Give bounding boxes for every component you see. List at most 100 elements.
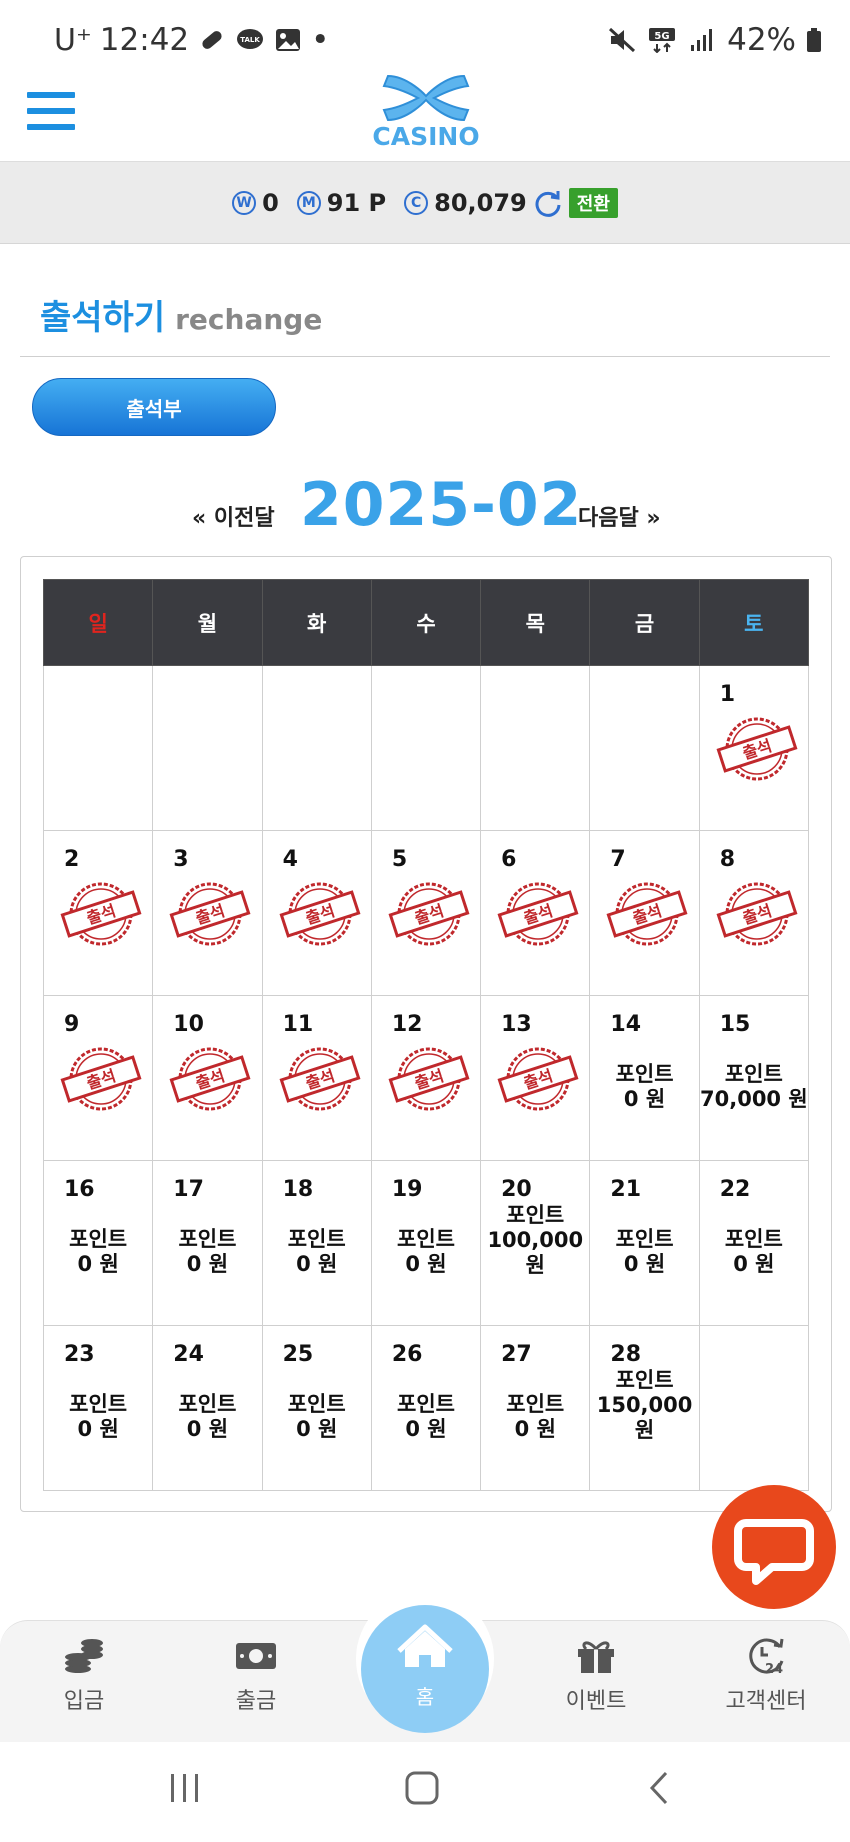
home-system-icon[interactable] (404, 1770, 440, 1806)
cash-icon (236, 1643, 276, 1669)
day-number: 19 (391, 1177, 423, 1202)
system-navigation (0, 1742, 850, 1842)
w-badge-icon: W (232, 190, 257, 215)
day-number: 20 (501, 1177, 532, 1202)
day-number: 13 (501, 1012, 532, 1037)
convert-button[interactable]: 전환 (568, 187, 618, 218)
calendar-day-cell: 11 출석 (261, 995, 372, 1161)
calendar-day-cell: 9 출석 (42, 995, 154, 1161)
svg-text:24: 24 (765, 1662, 783, 1675)
menu-button[interactable] (27, 92, 75, 136)
logo-text: CASINO (372, 122, 480, 151)
nav-event[interactable]: 이벤트 (536, 1635, 656, 1715)
attendance-stamp-icon: 출석 (716, 882, 798, 946)
status-bar: U⁺ 12:42 TALK • 5G 42% (0, 0, 850, 66)
day-number: 3 (173, 847, 189, 872)
nav-withdraw[interactable]: 출금 (196, 1635, 316, 1715)
nav-withdraw-label: 출금 (235, 1689, 277, 1714)
calendar-empty-cell (152, 665, 263, 831)
attendance-stamp-icon: 출석 (716, 717, 798, 781)
point-reward: 포인트 0 원 (153, 1392, 261, 1442)
day-number: 27 (501, 1342, 532, 1367)
back-icon[interactable] (646, 1770, 672, 1806)
c-badge-icon: C (404, 190, 429, 215)
wallet-balance: W 0 (232, 189, 279, 217)
calendar-day-cell: 3 출석 (152, 830, 263, 996)
point-label: 포인트 (506, 1392, 565, 1416)
point-value: 0 원 (514, 1417, 556, 1441)
point-value: 0 원 (405, 1417, 447, 1441)
calendar-day-cell: 26 포인트 0 원 (370, 1325, 482, 1491)
svg-text:TALK: TALK (240, 36, 260, 44)
point-reward: 포인트 0 원 (44, 1227, 152, 1277)
calendar-day-cell: 20 포인트 100,000 원 (480, 1160, 591, 1326)
calendar-day-cell: 27 포인트 0 원 (480, 1325, 591, 1491)
nav-support[interactable]: 24 고객센터 (706, 1635, 826, 1715)
notification-dot: • (311, 22, 330, 58)
nav-home[interactable]: 홈 (361, 1605, 489, 1733)
day-number: 24 (173, 1342, 204, 1367)
point-reward: 포인트 0 원 (372, 1392, 480, 1442)
day-number: 21 (610, 1177, 642, 1202)
carrier-label: U⁺ (54, 22, 92, 58)
mileage-balance: M 91 P (296, 189, 386, 217)
prev-month-link[interactable]: « 이전달 (192, 500, 275, 532)
day-number: 18 (282, 1177, 314, 1202)
day-number: 23 (64, 1342, 95, 1367)
calendar-day-cell: 8 출석 (698, 830, 810, 996)
point-reward: 포인트 0 원 (590, 1062, 698, 1112)
pill-icon (202, 31, 222, 49)
calendar-week-row: 23 포인트 0 원 24 포인트 0 원 25 포인트 0 원 26 포인트 0 원 27 포인트 0 원… (42, 1325, 810, 1491)
casino-balance: C 80,079 전환 (404, 187, 618, 218)
weekday-row: 일 월 화 수 목 금 토 (42, 579, 810, 666)
status-right: 5G 42% (607, 22, 822, 58)
calendar-day-cell: 12 출석 (370, 995, 482, 1161)
point-label: 포인트 (615, 1368, 674, 1392)
point-value: 0 원 (623, 1087, 666, 1111)
gallery-icon (276, 29, 301, 51)
nav-deposit-label: 입금 (63, 1689, 105, 1714)
next-month-link[interactable]: 다음달 » (578, 500, 661, 532)
attendance-book-button[interactable]: 출석부 (32, 378, 276, 436)
calendar-day-cell: 24 포인트 0 원 (152, 1325, 263, 1491)
calendar-day-cell: 4 출석 (261, 830, 372, 996)
current-month: 2025-02 (300, 470, 583, 540)
nav-deposit[interactable]: 입금 (24, 1635, 144, 1715)
point-reward: 포인트 0 원 (700, 1227, 808, 1277)
day-number: 8 (719, 847, 735, 872)
page-title-en: rechange (175, 303, 323, 336)
balance-bar: W 0 M 91 P C 80,079 전환 (0, 162, 850, 244)
calendar-day-cell: 14 포인트 0 원 (589, 995, 700, 1161)
calendar-empty-cell (370, 665, 482, 831)
day-number: 17 (173, 1177, 204, 1202)
calendar-day-cell: 2 출석 (42, 830, 154, 996)
calendar-day-cell: 23 포인트 0 원 (42, 1325, 154, 1491)
attendance-stamp-icon: 출석 (279, 882, 361, 946)
calendar-day-cell: 7 출석 (589, 830, 700, 996)
point-label: 포인트 (69, 1392, 128, 1416)
weekday-sat: 토 (698, 579, 810, 666)
wallet-value: 0 (262, 188, 279, 217)
support-24-icon: 24 (749, 1638, 784, 1677)
point-reward: 포인트 0 원 (263, 1392, 371, 1442)
point-value: 150,000 원 (596, 1393, 693, 1442)
chat-button[interactable] (712, 1485, 836, 1609)
day-number: 12 (391, 1012, 423, 1037)
page-title: 출석하기 rechange (40, 290, 322, 339)
calendar-body: 1 출석 2 출석 3 출석 4 출석 5 출석 6 출석 7 출석 8 출석 9 출석 10 출석 11 출석 12 출석 1… (42, 665, 810, 1491)
day-number: 15 (719, 1012, 751, 1037)
point-label: 포인트 (615, 1227, 674, 1251)
page-title-ko: 출석하기 (40, 298, 166, 338)
recent-apps-icon[interactable] (168, 1770, 202, 1806)
point-reward: 포인트 100,000 원 (481, 1203, 589, 1278)
attendance-stamp-icon: 출석 (497, 882, 579, 946)
site-logo[interactable]: CASINO (368, 68, 484, 156)
calendar-day-cell: 22 포인트 0 원 (698, 1160, 810, 1326)
point-value: 70,000 원 (700, 1087, 808, 1111)
point-value: 0 원 (77, 1252, 119, 1276)
weekday-thu: 목 (480, 579, 591, 666)
point-label: 포인트 (506, 1203, 565, 1227)
point-value: 0 원 (623, 1252, 666, 1276)
signal-icon (691, 29, 713, 51)
refresh-icon[interactable] (533, 188, 563, 218)
